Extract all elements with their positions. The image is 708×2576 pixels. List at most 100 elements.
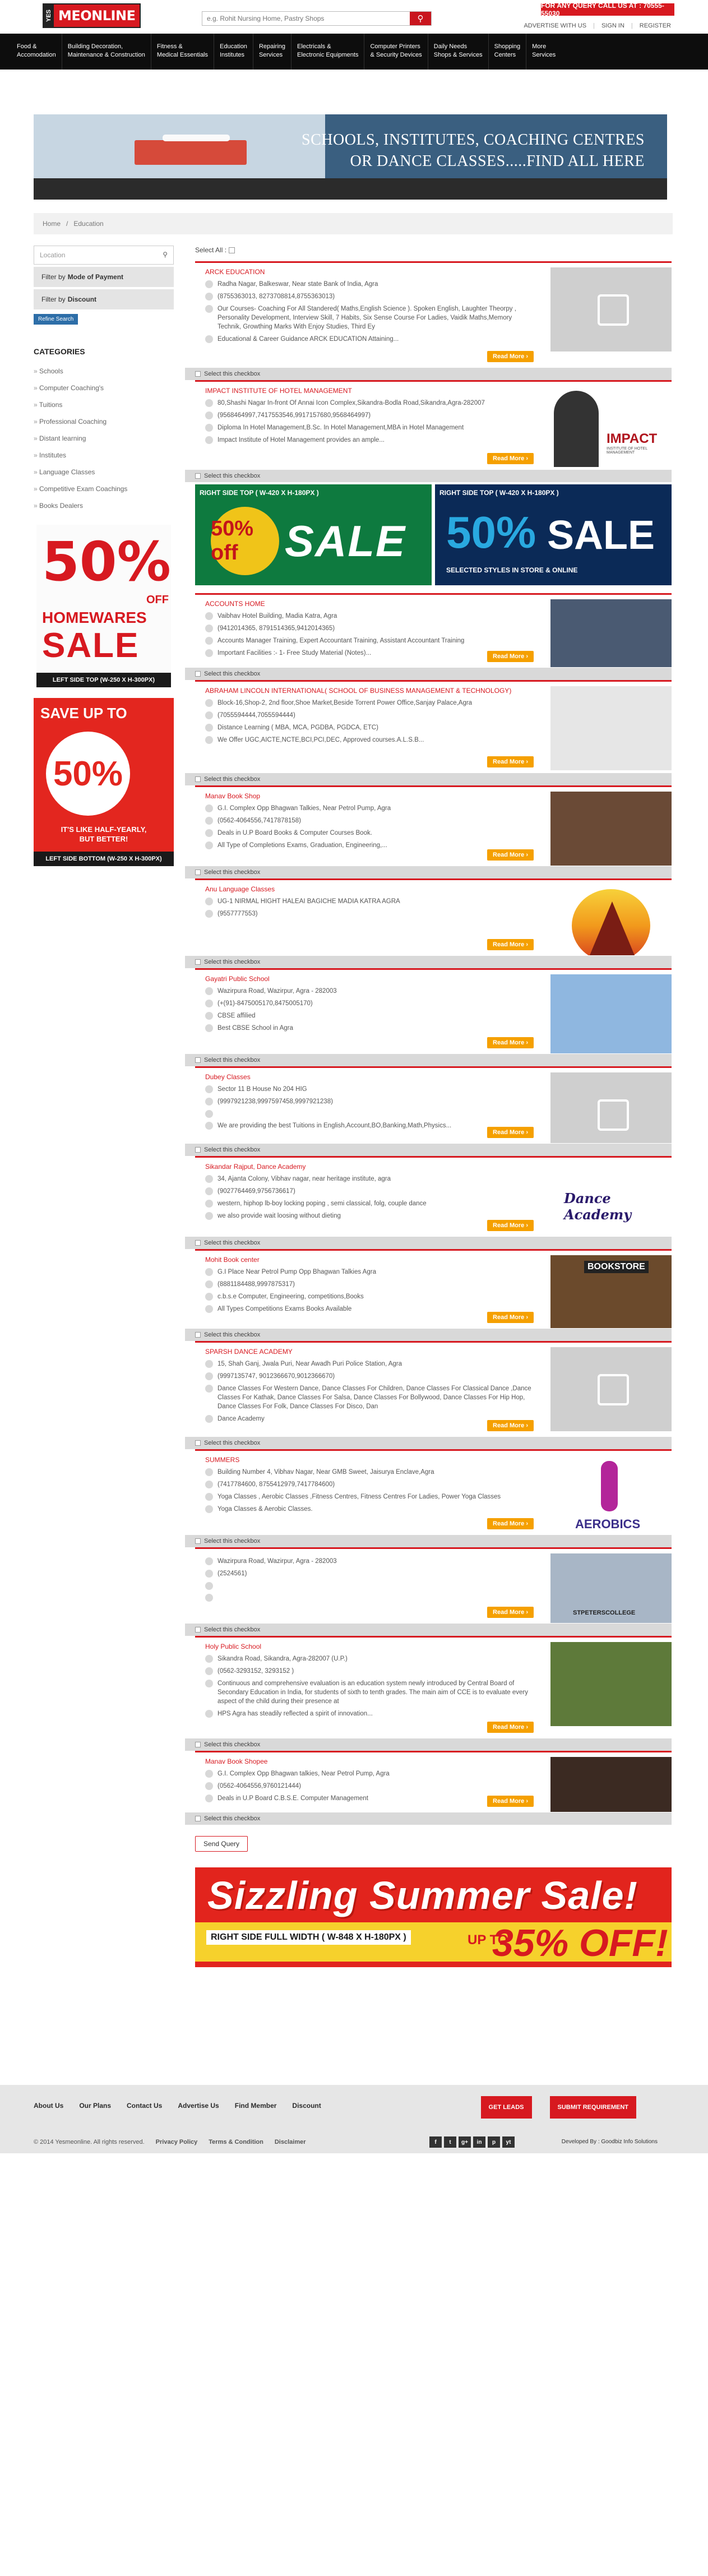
nav-item[interactable]: Food & Accomodation [11, 34, 62, 70]
privacy-link[interactable]: Privacy Policy [156, 2139, 198, 2145]
ad-right-top-right[interactable]: RIGHT SIDE TOP ( W-420 X H-180PX ) 50% SAL… [435, 484, 672, 585]
listing-checkbox[interactable] [195, 870, 201, 875]
send-query-button[interactable]: Send Query [195, 1836, 248, 1852]
nav-item[interactable]: More Services [526, 34, 561, 70]
listing-thumbnail[interactable]: IMPACT INSTITUTE OF HOTEL MANAGEMENT [550, 386, 672, 469]
search-button[interactable]: ⚲ [410, 12, 431, 25]
category-link[interactable]: Institutes [34, 447, 177, 464]
site-logo[interactable]: YES MEONLINE [43, 3, 141, 28]
footer-link[interactable]: Advertise Us [178, 2102, 219, 2110]
filter-payment[interactable]: Filter by Mode of Payment [34, 267, 174, 287]
ad-right-top-left[interactable]: RIGHT SIDE TOP ( W-420 X H-180PX ) 50% of… [195, 484, 432, 585]
nav-item[interactable]: Computer Printers & Security Devices [364, 34, 428, 70]
linkedin-icon[interactable]: in [473, 2136, 485, 2148]
select-row[interactable]: Select this checkbox [185, 1624, 672, 1636]
listing-thumbnail[interactable] [550, 1347, 672, 1431]
youtube-icon[interactable]: yt [502, 2136, 515, 2148]
read-more-button[interactable]: Read More › [487, 1518, 534, 1529]
read-more-button[interactable]: Read More › [487, 351, 534, 362]
select-row[interactable]: Select this checkbox [185, 1054, 672, 1066]
nav-item[interactable]: Building Decoration, Maintenance & Constr… [62, 34, 151, 70]
select-all[interactable]: Select All : [195, 246, 672, 255]
listing-checkbox[interactable] [195, 1538, 201, 1544]
select-row[interactable]: Select this checkbox [185, 1812, 672, 1825]
category-link[interactable]: Distant learning [34, 430, 177, 447]
read-more-button[interactable]: Read More › [487, 1722, 534, 1733]
select-row[interactable]: Select this checkbox [185, 773, 672, 785]
select-row[interactable]: Select this checkbox [185, 1144, 672, 1156]
category-link[interactable]: Professional Coaching [34, 413, 177, 430]
listing-checkbox[interactable] [195, 1440, 201, 1446]
select-row[interactable]: Select this checkbox [185, 1237, 672, 1249]
category-link[interactable]: Books Dealers [34, 497, 177, 514]
category-link[interactable]: Tuitions [34, 396, 177, 413]
google-plus-icon[interactable]: g+ [459, 2136, 471, 2148]
signin-link[interactable]: SIGN IN [601, 22, 624, 29]
listing-thumbnail[interactable]: BOOKSTORE [550, 1255, 672, 1328]
read-more-button[interactable]: Read More › [487, 651, 534, 662]
listing-checkbox[interactable] [195, 1742, 201, 1747]
listing-thumbnail[interactable] [550, 974, 672, 1053]
listing-checkbox[interactable] [195, 371, 201, 377]
footer-link[interactable]: Discount [292, 2102, 321, 2110]
listing-thumbnail[interactable] [550, 885, 672, 955]
read-more-button[interactable]: Read More › [487, 1420, 534, 1431]
listing-thumbnail[interactable] [550, 1642, 672, 1726]
listing-thumbnail[interactable] [550, 792, 672, 866]
submit-requirement-button[interactable]: SUBMIT REQUIREMENT [549, 2096, 636, 2119]
category-link[interactable]: Schools [34, 363, 177, 380]
listing-thumbnail[interactable]: STPETERSCOLLEGE [550, 1553, 672, 1623]
listing-checkbox[interactable] [195, 1240, 201, 1246]
ad-summer-sale[interactable]: Sizzling Summer Sale! RIGHT SIDE FULL WI… [195, 1867, 672, 1967]
nav-item[interactable]: Shopping Centers [489, 34, 527, 70]
listing-thumbnail[interactable] [550, 599, 672, 667]
ad-left-top[interactable]: 50% OFF HOMEWARES SALE LEFT SIDE TOP (W-… [34, 522, 174, 690]
listing-checkbox[interactable] [195, 1816, 201, 1821]
footer-link[interactable]: Our Plans [79, 2102, 111, 2110]
category-link[interactable]: Language Classes [34, 464, 177, 480]
read-more-button[interactable]: Read More › [487, 1607, 534, 1618]
listing-checkbox[interactable] [195, 776, 201, 782]
select-row[interactable]: Select this checkbox [185, 1738, 672, 1751]
filter-discount[interactable]: Filter by Discount [34, 289, 174, 309]
read-more-button[interactable]: Read More › [487, 1220, 534, 1231]
select-row[interactable]: Select this checkbox [185, 956, 672, 968]
listing-thumbnail[interactable]: Dance Academy [550, 1162, 672, 1236]
read-more-button[interactable]: Read More › [487, 1127, 534, 1138]
listing-thumbnail[interactable] [550, 686, 672, 770]
select-row[interactable]: Select this checkbox [185, 470, 672, 482]
disclaimer-link[interactable]: Disclaimer [275, 2139, 306, 2145]
facebook-icon[interactable]: f [429, 2136, 442, 2148]
listing-checkbox[interactable] [195, 1057, 201, 1063]
read-more-button[interactable]: Read More › [487, 939, 534, 950]
search-input[interactable] [202, 12, 410, 25]
select-row[interactable]: Select this checkbox [185, 1535, 672, 1547]
listing-thumbnail[interactable] [550, 267, 672, 352]
ad-left-bottom[interactable]: SAVE UP TO 50% IT'S LIKE HALF-YEARLY, BUT… [34, 698, 174, 866]
select-row[interactable]: Select this checkbox [185, 668, 672, 680]
category-link[interactable]: Computer Coaching's [34, 380, 177, 396]
select-row[interactable]: Select this checkbox [185, 368, 672, 380]
listing-checkbox[interactable] [195, 473, 201, 479]
twitter-icon[interactable]: t [444, 2136, 456, 2148]
listing-checkbox[interactable] [195, 1332, 201, 1338]
read-more-button[interactable]: Read More › [487, 849, 534, 861]
select-row[interactable]: Select this checkbox [185, 1437, 672, 1449]
read-more-button[interactable]: Read More › [487, 1312, 534, 1323]
advertise-link[interactable]: ADVERTISE WITH US [524, 22, 586, 29]
get-leads-button[interactable]: GET LEADS [480, 2096, 532, 2119]
register-link[interactable]: REGISTER [640, 22, 671, 29]
select-row[interactable]: Select this checkbox [185, 866, 672, 878]
footer-link[interactable]: About Us [34, 2102, 63, 2110]
select-row[interactable]: Select this checkbox [185, 1329, 672, 1341]
select-all-checkbox[interactable] [229, 247, 235, 253]
nav-item[interactable]: Fitness & Medical Essentials [151, 34, 214, 70]
nav-item[interactable]: Education Institutes [214, 34, 253, 70]
location-input[interactable]: Location ⚲ [34, 246, 174, 265]
listing-thumbnail[interactable] [550, 1072, 672, 1143]
nav-item[interactable]: Repairing Services [253, 34, 292, 70]
listing-checkbox[interactable] [195, 671, 201, 677]
listing-checkbox[interactable] [195, 1147, 201, 1153]
listing-checkbox[interactable] [195, 959, 201, 965]
footer-link[interactable]: Contact Us [127, 2102, 162, 2110]
